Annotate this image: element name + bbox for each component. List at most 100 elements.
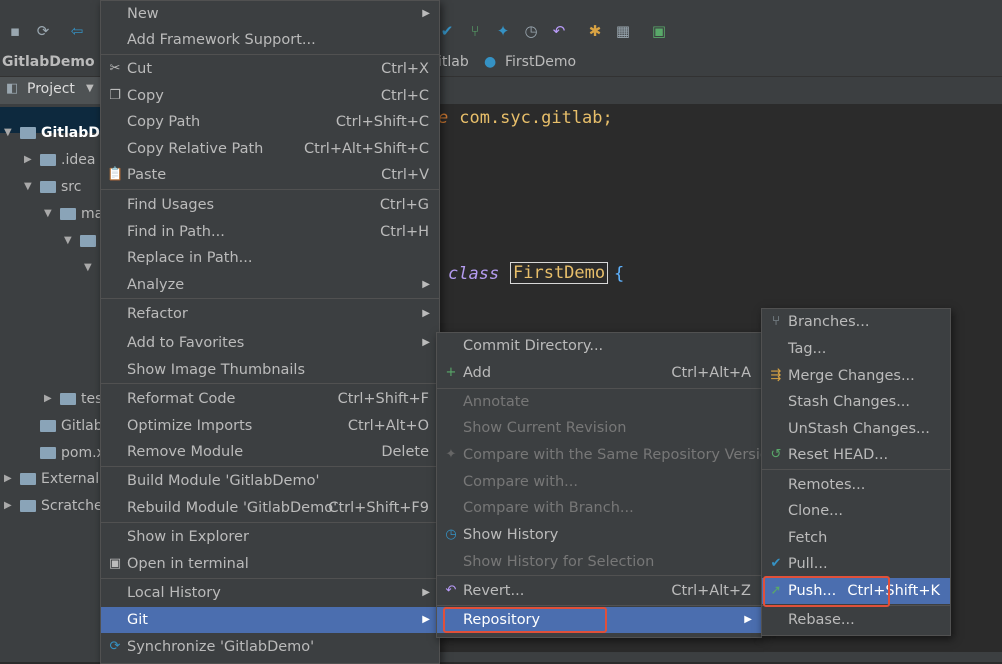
menu-item-rebuild-module-gitlabdemo[interactable]: Rebuild Module 'GitlabDemo' Ctrl+Shift+F9 bbox=[101, 495, 439, 521]
menu-item-compare-with-branch[interactable]: Compare with Branch... bbox=[437, 495, 761, 521]
sync-icon[interactable]: ⟳ bbox=[34, 22, 52, 40]
menu-item-add[interactable]: + Add Ctrl+Alt+A bbox=[437, 360, 761, 386]
menu-item-cut[interactable]: ✂ Cut Ctrl+X bbox=[101, 56, 439, 82]
menu-item-label: UnStash Changes... bbox=[788, 421, 930, 437]
menu-item-stash-changes[interactable]: Stash Changes... bbox=[762, 389, 950, 415]
menu-item-tag[interactable]: Tag... bbox=[762, 336, 950, 362]
menu-item-replace-in-path[interactable]: Replace in Path... bbox=[101, 245, 439, 271]
chevron-right-icon[interactable]: ▶ bbox=[44, 386, 52, 412]
chevron-right-icon[interactable]: ▶ bbox=[4, 466, 12, 492]
menu-item-label: Find in Path... bbox=[127, 224, 225, 240]
tree-item-label: External bbox=[41, 471, 100, 487]
menu-item-optimize-imports[interactable]: Optimize Imports Ctrl+Alt+O bbox=[101, 413, 439, 439]
menu-item-build-module-gitlabdemo[interactable]: Build Module 'GitlabDemo' bbox=[101, 468, 439, 494]
chevron-down-icon[interactable]: ▼ bbox=[24, 174, 32, 200]
menu-item-label: Pull... bbox=[788, 556, 828, 572]
menu-item-copy[interactable]: ❐ Copy Ctrl+C bbox=[101, 83, 439, 109]
class-icon: ● bbox=[484, 54, 497, 70]
revert-icon: ↶ bbox=[445, 583, 457, 598]
menu-item-show-history[interactable]: ◷ Show History bbox=[437, 522, 761, 548]
menu-item-shortcut: Ctrl+X bbox=[381, 61, 429, 77]
menu-item-label: Git bbox=[127, 612, 148, 628]
chevron-right-icon[interactable]: ▶ bbox=[4, 493, 12, 519]
menu-item-local-history[interactable]: Local History ▶ bbox=[101, 580, 439, 606]
menu-separator bbox=[101, 466, 439, 467]
menu-item-label: Commit Directory... bbox=[463, 338, 604, 354]
chevron-right-icon: ▶ bbox=[422, 337, 430, 348]
menu-item-reformat-code[interactable]: Reformat Code Ctrl+Shift+F bbox=[101, 386, 439, 412]
compare-icon: ✦ bbox=[445, 447, 457, 462]
menu-item-git[interactable]: Git ▶ bbox=[101, 607, 439, 633]
menu-item-branches[interactable]: ⑂ Branches... bbox=[762, 309, 950, 335]
menu-item-merge-changes[interactable]: ⇶ Merge Changes... bbox=[762, 363, 950, 389]
menu-item-revert[interactable]: ↶ Revert... Ctrl+Alt+Z bbox=[437, 578, 761, 604]
breadcrumb-project[interactable]: GitlabDemo bbox=[2, 54, 95, 70]
project-view-selector[interactable]: ◧ Project ▼ bbox=[0, 77, 100, 104]
vcs-history-icon[interactable]: ◷ bbox=[522, 22, 540, 40]
chevron-down-icon[interactable]: ▼ bbox=[44, 201, 52, 227]
menu-item-annotate[interactable]: Annotate bbox=[437, 389, 761, 415]
chevron-right-icon: ▶ bbox=[422, 308, 430, 319]
scissors-icon: ✂ bbox=[109, 61, 121, 76]
annotation-box-repository bbox=[443, 607, 607, 633]
menu-item-copy-relative-path[interactable]: Copy Relative Path Ctrl+Alt+Shift+C bbox=[101, 136, 439, 162]
menu-item-reset-head[interactable]: ↺ Reset HEAD... bbox=[762, 442, 950, 468]
menu-item-copy-path[interactable]: Copy Path Ctrl+Shift+C bbox=[101, 109, 439, 135]
menu-item-pull[interactable]: ✔ Pull... bbox=[762, 551, 950, 577]
paste-icon: 📋 bbox=[107, 167, 124, 182]
menu-item-compare-with-the-same-repository-version[interactable]: ✦ Compare with the Same Repository Versio… bbox=[437, 442, 778, 468]
menu-separator bbox=[101, 522, 439, 523]
menu-item-compare-with[interactable]: Compare with... bbox=[437, 469, 761, 495]
menu-item-add-framework-support[interactable]: Add Framework Support... bbox=[101, 27, 439, 53]
save-icon[interactable]: ▪ bbox=[6, 22, 24, 40]
vcs-compare-icon[interactable]: ✦ bbox=[494, 22, 512, 40]
menu-item-show-image-thumbnails[interactable]: Show Image Thumbnails bbox=[101, 357, 439, 383]
menu-item-shortcut: Ctrl+Shift+F bbox=[337, 391, 429, 407]
folder-icon bbox=[60, 393, 76, 405]
vcs-revert-icon[interactable]: ↶ bbox=[550, 22, 568, 40]
chevron-right-icon: ▶ bbox=[744, 614, 752, 625]
menu-item-label: Compare with Branch... bbox=[463, 500, 634, 516]
chevron-down-icon[interactable]: ▼ bbox=[4, 120, 12, 146]
project-panel: ◧ Project ▼ ▼ GitlabDe ▶ .idea ▼ src ▼ ma ▼ ▼ ▶ tes… bbox=[0, 77, 116, 662]
menu-item-add-to-favorites[interactable]: Add to Favorites ▶ bbox=[101, 330, 439, 356]
menu-item-show-in-explorer[interactable]: Show in Explorer bbox=[101, 524, 439, 550]
menu-item-clone[interactable]: Clone... bbox=[762, 498, 950, 524]
menu-item-label: Clone... bbox=[788, 503, 843, 519]
folder-icon bbox=[60, 208, 76, 220]
menu-item-remotes[interactable]: Remotes... bbox=[762, 472, 950, 498]
menu-item-find-in-path[interactable]: Find in Path... Ctrl+H bbox=[101, 219, 439, 245]
menu-item-new[interactable]: New ▶ bbox=[101, 1, 439, 27]
menu-item-label: Branches... bbox=[788, 314, 870, 330]
menu-item-fetch[interactable]: Fetch bbox=[762, 525, 950, 551]
structure-icon[interactable]: ▦ bbox=[614, 22, 632, 40]
menu-item-find-usages[interactable]: Find Usages Ctrl+G bbox=[101, 192, 439, 218]
breadcrumb-package[interactable]: itlab bbox=[438, 54, 469, 70]
vcs-update-icon[interactable]: ✔ bbox=[438, 22, 456, 40]
menu-item-show-current-revision[interactable]: Show Current Revision bbox=[437, 415, 761, 441]
back-icon[interactable]: ⇦ bbox=[68, 22, 86, 40]
settings-icon[interactable]: ✱ bbox=[586, 22, 604, 40]
tree-item-label: .idea bbox=[61, 152, 96, 168]
menu-item-synchronize-gitlabdemo[interactable]: ⟳ Synchronize 'GitlabDemo' bbox=[101, 634, 439, 660]
menu-item-commit-directory[interactable]: Commit Directory... bbox=[437, 333, 761, 359]
menu-item-paste[interactable]: 📋 Paste Ctrl+V bbox=[101, 162, 439, 188]
copy-icon: ❐ bbox=[109, 88, 121, 103]
chevron-right-icon[interactable]: ▶ bbox=[24, 147, 32, 173]
menu-item-refactor[interactable]: Refactor ▶ bbox=[101, 301, 439, 327]
sdk-icon[interactable]: ▣ bbox=[650, 22, 668, 40]
breadcrumb-file[interactable]: FirstDemo bbox=[505, 54, 576, 70]
menu-item-show-history-for-selection[interactable]: Show History for Selection bbox=[437, 549, 761, 575]
menu-item-rebase[interactable]: Rebase... bbox=[762, 607, 950, 633]
menu-item-label: Compare with the Same Repository Version bbox=[463, 447, 778, 463]
vcs-commit-icon[interactable]: ⑂ bbox=[466, 22, 484, 40]
menu-item-open-in-terminal[interactable]: ▣ Open in terminal bbox=[101, 551, 439, 577]
menu-item-unstash-changes[interactable]: UnStash Changes... bbox=[762, 416, 950, 442]
menu-item-remove-module[interactable]: Remove Module Delete bbox=[101, 439, 439, 465]
chevron-down-icon[interactable]: ▼ bbox=[84, 255, 92, 281]
plus-icon: + bbox=[445, 365, 457, 380]
chevron-down-icon[interactable]: ▼ bbox=[64, 228, 72, 254]
menu-item-analyze[interactable]: Analyze ▶ bbox=[101, 272, 439, 298]
chevron-right-icon: ▶ bbox=[422, 279, 430, 290]
menu-item-shortcut: Ctrl+Alt+Z bbox=[671, 583, 751, 599]
